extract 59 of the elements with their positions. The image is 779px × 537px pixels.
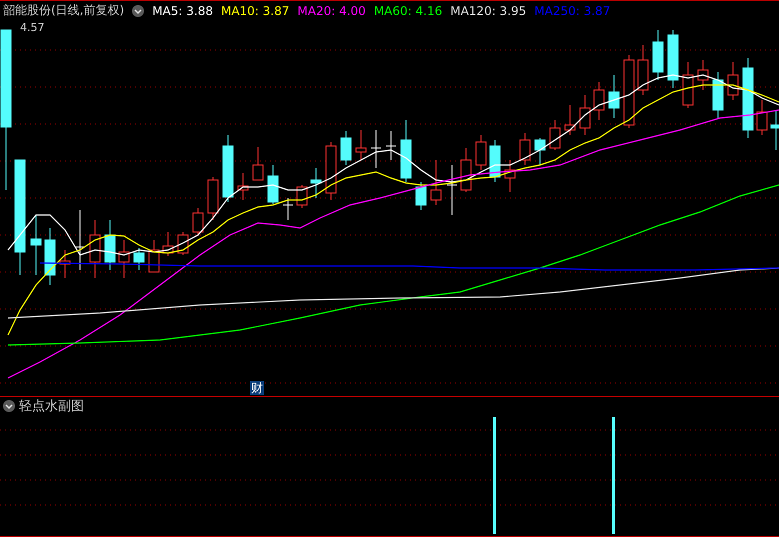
indicator-title: 轻点水副图 — [19, 398, 84, 415]
candlestick — [104, 220, 116, 270]
event-marker[interactable]: 财 — [250, 381, 264, 395]
candlestick — [652, 30, 664, 80]
doji-candlestick — [74, 210, 86, 270]
candlestick — [770, 110, 779, 150]
candlestick — [268, 164, 278, 204]
candlestick — [638, 44, 648, 96]
candlestick — [416, 182, 426, 210]
candlestick — [90, 220, 100, 278]
ma-legend-item: MA10: 3.87 — [220, 4, 290, 18]
ma-legend-item: MA5: 3.88 — [152, 4, 213, 18]
candlestick — [208, 176, 218, 220]
candlestick — [326, 142, 336, 200]
candlestick — [430, 160, 442, 206]
candlestick — [118, 240, 130, 278]
candlestick — [608, 74, 620, 118]
stock-title: 韶能股份(日线,前复权) — [3, 2, 124, 19]
doji-candlestick — [386, 130, 396, 160]
dropdown-icon[interactable] — [132, 4, 144, 16]
candlestick — [564, 104, 576, 136]
ma-legend-item: MA60: 4.16 — [374, 4, 442, 18]
candlestick — [238, 172, 248, 200]
candlestick — [192, 208, 204, 236]
candlestick — [698, 60, 708, 90]
candlestick — [490, 140, 500, 182]
candlestick — [30, 214, 42, 276]
candlestick — [356, 130, 366, 160]
ma-legend-item: MA250: 3.87 — [534, 4, 610, 18]
candlestick — [520, 132, 530, 166]
candlestick — [134, 248, 144, 270]
candlestick — [594, 82, 604, 120]
candlestick — [310, 168, 322, 198]
candlestick — [682, 62, 694, 108]
candlestick — [222, 134, 234, 202]
candlestick — [162, 232, 174, 256]
candlestick — [550, 120, 560, 150]
doji-candlestick — [446, 164, 458, 216]
candlestick — [148, 240, 160, 272]
ma-legend-item: MA20: 4.00 — [297, 4, 366, 18]
candlestick — [504, 160, 516, 192]
candlestick — [712, 72, 724, 118]
candlestick — [728, 62, 738, 100]
candlestick — [60, 250, 70, 278]
candlestick — [340, 130, 352, 166]
ma-legend-item: MA120: 3.95 — [450, 4, 526, 18]
candlestick — [460, 148, 472, 192]
candlestick — [534, 138, 546, 166]
doji-candlestick — [370, 130, 382, 168]
high-price-label: 4.57 — [20, 21, 44, 34]
dropdown-icon[interactable] — [3, 400, 15, 412]
candlestick — [400, 120, 412, 182]
candlestick — [756, 100, 768, 136]
candlestick — [252, 146, 264, 180]
doji-candlestick — [282, 198, 294, 220]
candlestick — [476, 134, 486, 170]
candlestick — [580, 94, 590, 136]
candlestick — [668, 30, 678, 88]
candlestick — [44, 228, 56, 286]
